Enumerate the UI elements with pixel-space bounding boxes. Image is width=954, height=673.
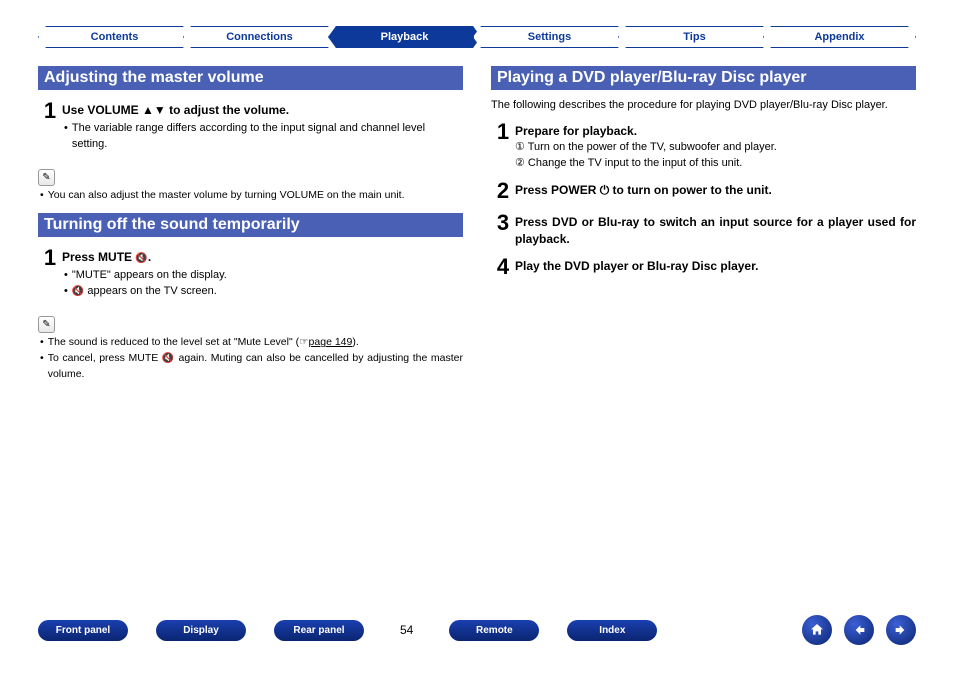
mute-icon: 🔇 [72, 286, 84, 297]
bullet: "MUTE" appears on the display. [62, 268, 463, 284]
next-button[interactable] [886, 615, 916, 645]
step-number: 2 [491, 178, 515, 204]
note-list: The sound is reduced to the level set at… [38, 335, 463, 382]
pointer-icon: ☞ [299, 336, 308, 348]
text: to adjust the volume. [166, 103, 289, 117]
text: You can also adjust the master volume by… [48, 188, 405, 204]
step: 2 Press POWER ⏻ to turn on power to the … [491, 178, 916, 204]
rear-panel-button[interactable]: Rear panel [274, 620, 364, 641]
tab-label: Connections [226, 31, 293, 43]
bullet: 🔇 appears on the TV screen. [62, 284, 463, 300]
top-tabs: Contents Connections Playback Settings T… [0, 0, 954, 48]
tab-contents[interactable]: Contents [38, 26, 191, 48]
tab-appendix[interactable]: Appendix [763, 26, 916, 48]
tab-tips[interactable]: Tips [618, 26, 771, 48]
text: 🔇 appears on the TV screen. [72, 284, 217, 300]
text: Use VOLUME [62, 103, 142, 117]
right-column: Playing a DVD player/Blu-ray Disc player… [491, 56, 916, 383]
step-body: Play the DVD player or Blu-ray Disc play… [515, 254, 916, 280]
note-item: You can also adjust the master volume by… [38, 188, 463, 204]
section-header-dvd: Playing a DVD player/Blu-ray Disc player [491, 66, 916, 90]
bullet: The variable range differs according to … [62, 121, 463, 153]
display-button[interactable]: Display [156, 620, 246, 641]
bottom-left-group: Front panel Display Rear panel [38, 620, 364, 641]
step-title: Play the DVD player or Blu-ray Disc play… [515, 258, 916, 275]
step-title: Press POWER ⏻ to turn on power to the un… [515, 182, 916, 199]
step-title: Use VOLUME ▲▼ to adjust the volume. [62, 102, 463, 119]
step-body: Press MUTE 🔇. "MUTE" appears on the disp… [62, 245, 463, 300]
text: . [148, 250, 151, 264]
power-icon: ⏻ [600, 183, 610, 197]
step-bullets: The variable range differs according to … [62, 121, 463, 153]
step-body: Prepare for playback. ① Turn on the powe… [515, 119, 916, 172]
note-item: The sound is reduced to the level set at… [38, 335, 463, 351]
page-body: Adjusting the master volume 1 Use VOLUME… [0, 48, 954, 383]
mute-icon: 🔇 [162, 353, 175, 364]
step: 1 Press MUTE 🔇. "MUTE" appears on the di… [38, 245, 463, 300]
remote-button[interactable]: Remote [449, 620, 539, 641]
nav-icons [802, 615, 916, 645]
pencil-note-icon: ✎ [38, 169, 55, 186]
bottom-right-group: Remote Index [449, 620, 657, 641]
home-icon [809, 622, 825, 638]
tab-label: Playback [381, 31, 429, 43]
prev-button[interactable] [844, 615, 874, 645]
text: "MUTE" appears on the display. [72, 268, 227, 284]
step: 1 Use VOLUME ▲▼ to adjust the volume. Th… [38, 98, 463, 153]
tab-playback[interactable]: Playback [328, 26, 481, 48]
text: Press POWER [515, 183, 600, 197]
bottom-bar: Front panel Display Rear panel 54 Remote… [38, 615, 916, 645]
tab-label: Appendix [814, 31, 864, 43]
text: The sound is reduced to the level set at… [48, 335, 359, 351]
intro-text: The following describes the procedure fo… [491, 98, 916, 113]
text: to turn on power to the unit. [609, 183, 772, 197]
tab-connections[interactable]: Connections [183, 26, 336, 48]
step-title: Prepare for playback. [515, 123, 916, 140]
pencil-note-icon: ✎ [38, 316, 55, 333]
tab-settings[interactable]: Settings [473, 26, 626, 48]
step-body: Press DVD or Blu-ray to switch an input … [515, 210, 916, 248]
step-number: 4 [491, 254, 515, 280]
text: To cancel, press MUTE 🔇 again. Muting ca… [48, 351, 463, 383]
mute-icon: 🔇 [135, 253, 147, 264]
substep: ① Turn on the power of the TV, subwoofer… [515, 140, 916, 156]
step-number: 1 [491, 119, 515, 172]
step-number: 1 [38, 98, 62, 153]
up-down-icon: ▲▼ [142, 103, 166, 117]
section-header-mute: Turning off the sound temporarily [38, 213, 463, 237]
index-button[interactable]: Index [567, 620, 657, 641]
step-title: Press MUTE 🔇. [62, 249, 463, 266]
note-item: To cancel, press MUTE 🔇 again. Muting ca… [38, 351, 463, 383]
arrow-left-icon [851, 622, 867, 638]
tab-label: Contents [91, 31, 139, 43]
step: 4 Play the DVD player or Blu-ray Disc pl… [491, 254, 916, 280]
note-list: You can also adjust the master volume by… [38, 188, 463, 204]
step-body: Press POWER ⏻ to turn on power to the un… [515, 178, 916, 204]
front-panel-button[interactable]: Front panel [38, 620, 128, 641]
step-bullets: "MUTE" appears on the display. 🔇 appears… [62, 268, 463, 300]
step-number: 1 [38, 245, 62, 300]
page-number: 54 [400, 623, 413, 637]
home-button[interactable] [802, 615, 832, 645]
page-link[interactable]: page 149 [309, 336, 353, 348]
left-column: Adjusting the master volume 1 Use VOLUME… [38, 56, 463, 383]
tab-label: Settings [528, 31, 571, 43]
step-title: Press DVD or Blu-ray to switch an input … [515, 214, 916, 248]
arrow-right-icon [893, 622, 909, 638]
step: 3 Press DVD or Blu-ray to switch an inpu… [491, 210, 916, 248]
tab-label: Tips [683, 31, 705, 43]
substep: ② Change the TV input to the input of th… [515, 156, 916, 172]
step-body: Use VOLUME ▲▼ to adjust the volume. The … [62, 98, 463, 153]
step-number: 3 [491, 210, 515, 248]
text: The variable range differs according to … [72, 121, 463, 153]
text: Press MUTE [62, 250, 135, 264]
section-header-master-volume: Adjusting the master volume [38, 66, 463, 90]
step: 1 Prepare for playback. ① Turn on the po… [491, 119, 916, 172]
